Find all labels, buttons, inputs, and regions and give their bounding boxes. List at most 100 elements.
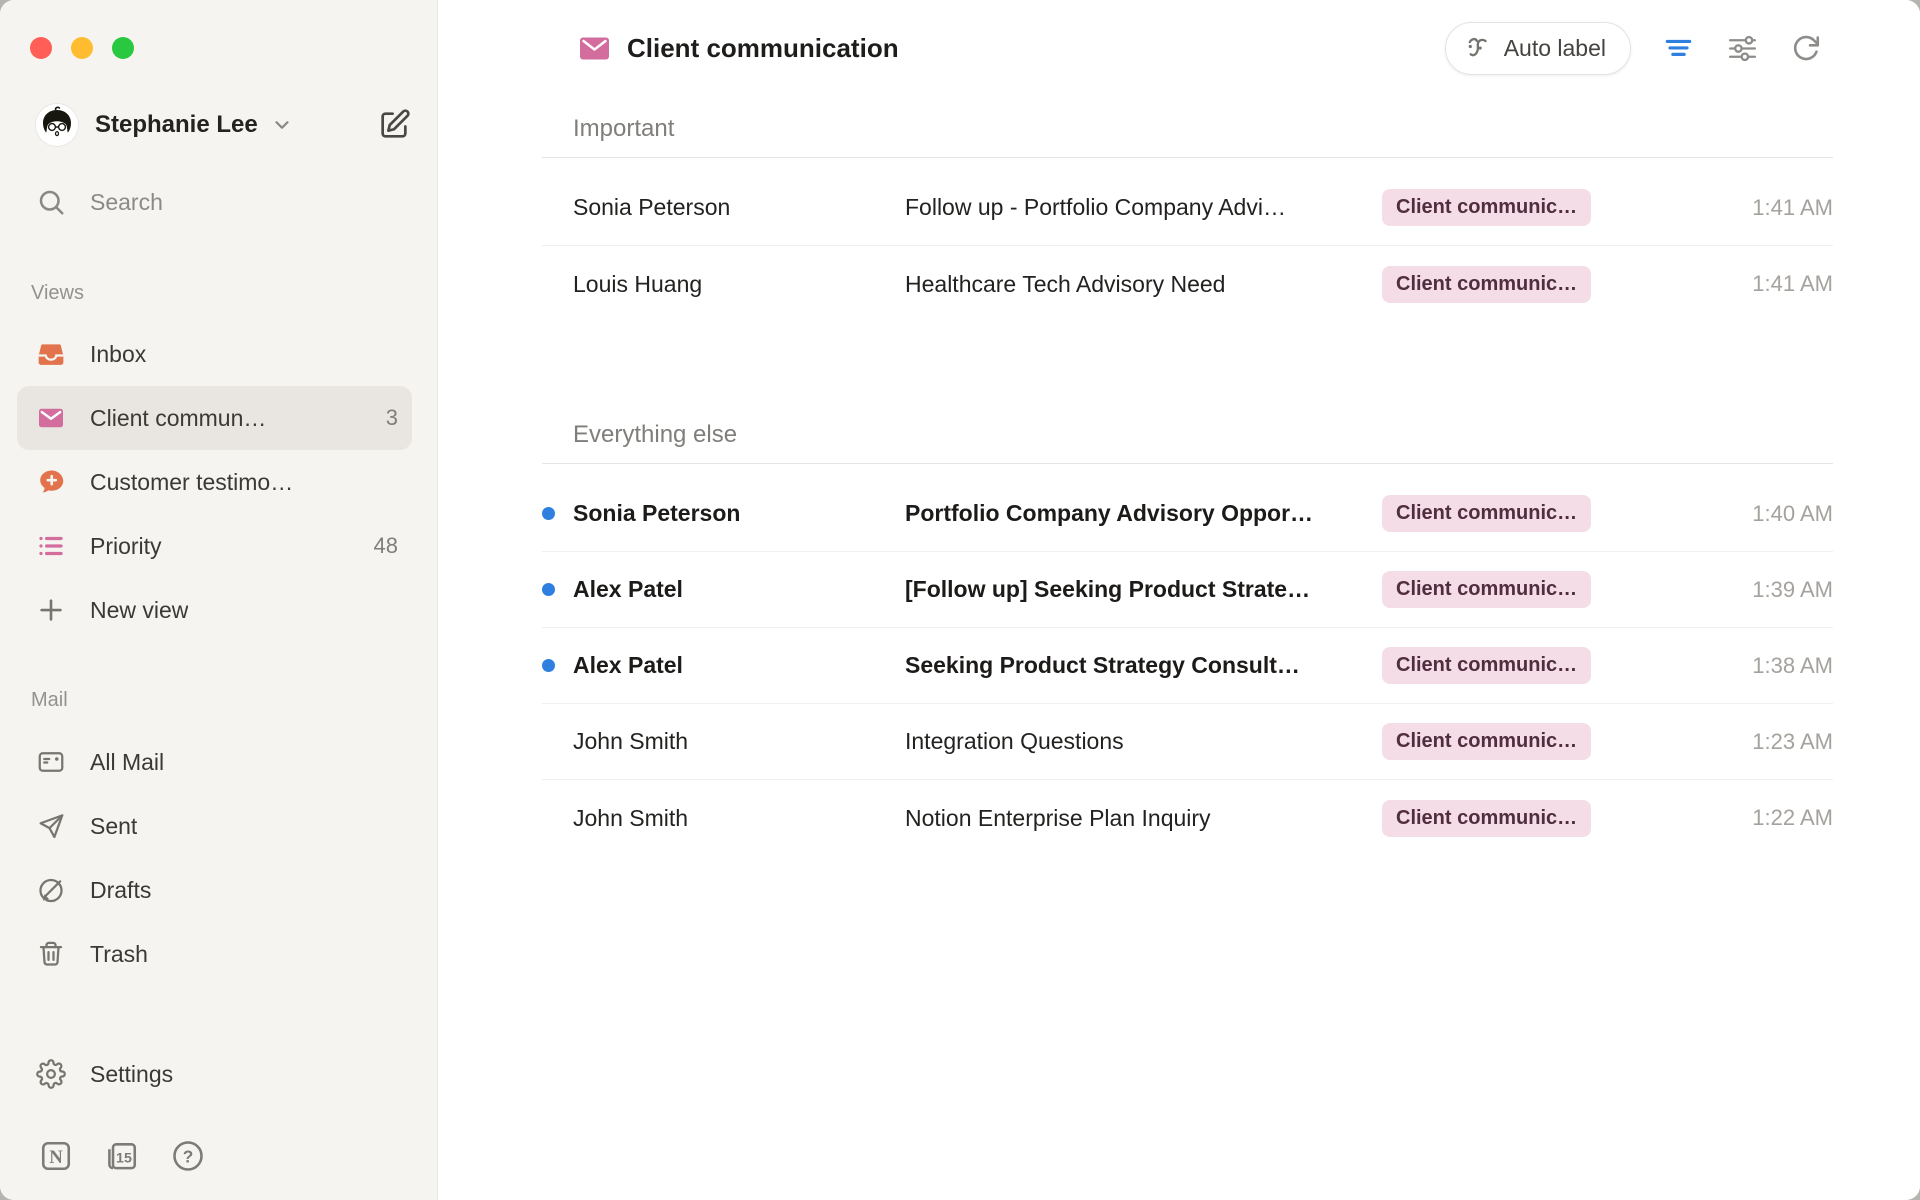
section-title: Important [573, 112, 1833, 146]
email-subject: Integration Questions [905, 728, 1382, 755]
email-label-badge[interactable]: Client communic… [1382, 647, 1591, 684]
email-label-badge[interactable]: Client communic… [1382, 189, 1591, 226]
avatar [36, 104, 78, 146]
email-row[interactable]: John Smith Integration Questions Client … [542, 704, 1833, 780]
sidebar-item-label: New view [90, 597, 188, 624]
email-time: 1:41 AM [1618, 195, 1833, 221]
sidebar-section: Views Inbox Client commun… 3 Customer te… [0, 281, 437, 642]
email-time: 1:41 AM [1618, 271, 1833, 297]
auto-label-button[interactable]: Auto label [1445, 22, 1631, 75]
email-row[interactable]: Alex Patel [Follow up] Seeking Product S… [542, 552, 1833, 628]
email-subject: [Follow up] Seeking Product Strate… [905, 576, 1382, 603]
sidebar-item-inbox[interactable]: Inbox [17, 322, 412, 386]
email-sender: Alex Patel [573, 652, 905, 679]
sidebar-item-count: 48 [364, 533, 398, 559]
sidebar-item-count: 3 [376, 405, 398, 431]
email-subject: Notion Enterprise Plan Inquiry [905, 805, 1382, 832]
view-header: Client communication Auto label [542, 0, 1833, 96]
email-label-badge[interactable]: Client communic… [1382, 800, 1591, 837]
sidebar-item-settings[interactable]: Settings [17, 1042, 412, 1106]
refresh-icon[interactable] [1790, 33, 1821, 64]
email-sender: Alex Patel [573, 576, 905, 603]
sidebar-item-new-view[interactable]: New view [17, 578, 412, 642]
email-row[interactable]: Alex Patel Seeking Product Strategy Cons… [542, 628, 1833, 704]
email-row[interactable]: Sonia Peterson Portfolio Company Advisor… [542, 476, 1833, 552]
sidebar-footer: N 15 ? [38, 1138, 401, 1174]
view-title-group: Client communication [579, 33, 899, 64]
account-switcher[interactable]: Stephanie Lee [36, 104, 411, 146]
account-name: Stephanie Lee [95, 111, 258, 139]
email-sender: John Smith [573, 805, 905, 832]
sidebar-item-priority[interactable]: Priority 48 [17, 514, 412, 578]
notion-logo-icon[interactable]: N [38, 1138, 74, 1174]
email-label-badge[interactable]: Client communic… [1382, 723, 1591, 760]
trash-icon [36, 939, 66, 969]
email-time: 1:38 AM [1618, 653, 1833, 679]
email-sender: Sonia Peterson [573, 500, 905, 527]
search-input[interactable]: Search [36, 180, 417, 224]
email-time: 1:23 AM [1618, 729, 1833, 755]
search-icon [36, 187, 66, 217]
sidebar-item-client-commun[interactable]: Client commun… 3 [17, 386, 412, 450]
email-label-badge[interactable]: Client communic… [1382, 495, 1591, 532]
settings-label: Settings [90, 1061, 173, 1088]
window-controls [30, 37, 437, 59]
close-button[interactable] [30, 37, 52, 59]
view-mail-icon [579, 36, 610, 61]
svg-text:15: 15 [116, 1151, 132, 1167]
drafts-icon [36, 875, 66, 905]
inbox-icon [36, 339, 66, 369]
header-actions: Auto label [1445, 22, 1821, 75]
email-label-badge[interactable]: Client communic… [1382, 571, 1591, 608]
email-subject: Seeking Product Strategy Consult… [905, 652, 1382, 679]
sidebar-item-label: Sent [90, 813, 137, 840]
chevron-down-icon [271, 114, 293, 136]
page-title: Client communication [627, 33, 899, 64]
sidebar-sections: Views Inbox Client commun… 3 Customer te… [0, 281, 437, 986]
email-time: 1:39 AM [1618, 577, 1833, 603]
email-time: 1:22 AM [1618, 805, 1833, 831]
mail-section-important: Important Sonia Peterson Follow up - Por… [542, 112, 1833, 322]
unread-dot [542, 507, 555, 520]
email-row[interactable]: Louis Huang Healthcare Tech Advisory Nee… [542, 246, 1833, 322]
auto-label-icon [1462, 33, 1493, 64]
email-row[interactable]: John Smith Notion Enterprise Plan Inquir… [542, 780, 1833, 856]
sidebar: Stephanie Lee Search Views Inbox [0, 0, 438, 1200]
sidebar-item-customer-testimo[interactable]: Customer testimo… [17, 450, 412, 514]
help-icon[interactable]: ? [170, 1138, 206, 1174]
section-title: Everything else [573, 418, 1833, 452]
email-subject: Follow up - Portfolio Company Advi… [905, 194, 1382, 221]
sidebar-item-all-mail[interactable]: All Mail [17, 730, 412, 794]
sidebar-section-label-views: Views [31, 281, 437, 305]
email-subject: Healthcare Tech Advisory Need [905, 271, 1382, 298]
sidebar-item-sent[interactable]: Sent [17, 794, 412, 858]
mail-pink-icon [36, 403, 66, 433]
email-time: 1:40 AM [1618, 501, 1833, 527]
sidebar-item-trash[interactable]: Trash [17, 922, 412, 986]
email-sender: John Smith [573, 728, 905, 755]
sidebar-section-label-mail: Mail [31, 688, 437, 712]
mail-section-everything-else: Everything else Sonia Peterson Portfolio… [542, 418, 1833, 856]
filter-icon[interactable] [1662, 32, 1695, 65]
send-icon [36, 811, 66, 841]
search-placeholder: Search [90, 189, 163, 216]
display-settings-icon[interactable] [1726, 32, 1759, 65]
calendar-icon[interactable]: 15 [104, 1138, 140, 1174]
minimize-button[interactable] [71, 37, 93, 59]
email-row[interactable]: Sonia Peterson Follow up - Portfolio Com… [542, 170, 1833, 246]
mail-list-pane: Client communication Auto label [438, 0, 1920, 1200]
svg-text:?: ? [183, 1146, 194, 1166]
plus-icon [36, 595, 66, 625]
sidebar-item-label: Trash [90, 941, 148, 968]
email-sender: Sonia Peterson [573, 194, 905, 221]
email-label-badge[interactable]: Client communic… [1382, 266, 1591, 303]
compose-button[interactable] [377, 108, 411, 142]
unread-dot [542, 659, 555, 672]
zoom-button[interactable] [112, 37, 134, 59]
svg-text:N: N [49, 1147, 63, 1168]
sidebar-item-label: Inbox [90, 341, 146, 368]
unread-dot [542, 583, 555, 596]
priority-list-icon [36, 531, 66, 561]
sidebar-item-label: Customer testimo… [90, 469, 293, 496]
sidebar-item-drafts[interactable]: Drafts [17, 858, 412, 922]
